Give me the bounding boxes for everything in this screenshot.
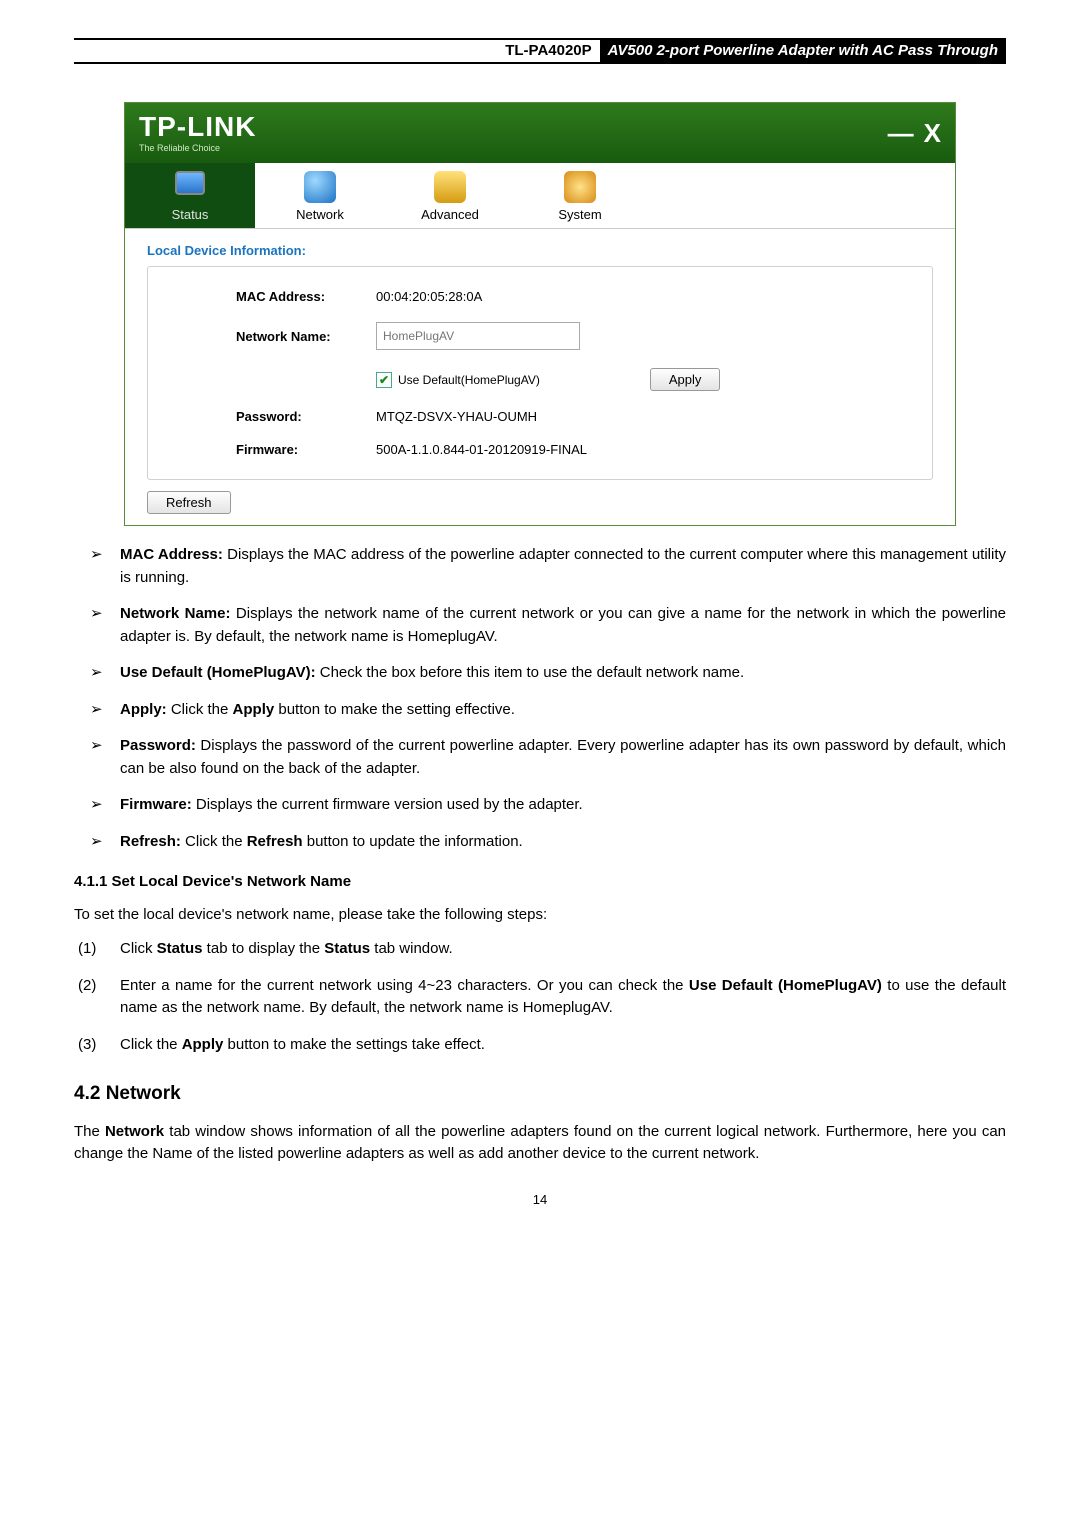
folder-icon	[434, 171, 466, 203]
list-item: Refresh: Click the Refresh button to upd…	[74, 831, 1006, 854]
list-item: Network Name: Displays the network name …	[74, 603, 1006, 648]
tab-label: Network	[296, 207, 344, 222]
tab-status[interactable]: Status	[125, 163, 255, 228]
document-title: AV500 2-port Powerline Adapter with AC P…	[600, 38, 1006, 63]
paragraph: The Network tab window shows information…	[74, 1121, 1006, 1166]
header: TL-PA4020P AV500 2-port Powerline Adapte…	[74, 38, 1006, 63]
list-item: (2)Enter a name for the current network …	[74, 975, 1006, 1020]
list-item: MAC Address: Displays the MAC address of…	[74, 544, 1006, 589]
firmware-value: 500A-1.1.0.844-01-20120919-FINAL	[376, 442, 587, 457]
feature-list: MAC Address: Displays the MAC address of…	[74, 544, 1006, 853]
tab-system[interactable]: System	[515, 163, 645, 228]
list-item: (1)Click Status tab to display the Statu…	[74, 938, 1006, 961]
tab-label: System	[558, 207, 601, 222]
use-default-checkbox[interactable]: ✔	[376, 372, 392, 388]
logo-text: TP-LINK	[139, 113, 256, 141]
logo-slogan: The Reliable Choice	[139, 143, 256, 153]
refresh-button[interactable]: Refresh	[147, 491, 231, 514]
list-item: Password: Displays the password of the c…	[74, 735, 1006, 780]
firmware-label: Firmware:	[166, 442, 376, 457]
network-name-label: Network Name:	[166, 329, 376, 344]
heading-4-2: 4.2 Network	[74, 1080, 1006, 1109]
tab-network[interactable]: Network	[255, 163, 385, 228]
minimize-icon[interactable]: —	[888, 118, 914, 149]
info-box: MAC Address: 00:04:20:05:28:0A Network N…	[147, 266, 933, 480]
mac-value: 00:04:20:05:28:0A	[376, 289, 482, 304]
use-default-label: Use Default(HomePlugAV)	[398, 373, 540, 387]
window-titlebar: TP-LINK The Reliable Choice — X	[125, 103, 955, 163]
password-label: Password:	[166, 409, 376, 424]
apply-button[interactable]: Apply	[650, 368, 721, 391]
page: TL-PA4020P AV500 2-port Powerline Adapte…	[0, 0, 1080, 1237]
list-item: Use Default (HomePlugAV): Check the box …	[74, 662, 1006, 685]
tab-label: Advanced	[421, 207, 479, 222]
heading-4-1-1: 4.1.1 Set Local Device's Network Name	[74, 871, 1006, 894]
monitor-icon	[174, 171, 206, 203]
gear-icon	[564, 171, 596, 203]
paragraph: To set the local device's network name, …	[74, 904, 1006, 927]
list-item: (3)Click the Apply button to make the se…	[74, 1034, 1006, 1057]
list-item: Apply: Click the Apply button to make th…	[74, 699, 1006, 722]
globe-icon	[304, 171, 336, 203]
utility-window: TP-LINK The Reliable Choice — X Status N…	[124, 102, 956, 526]
steps-list: (1)Click Status tab to display the Statu…	[74, 938, 1006, 1056]
status-panel: Local Device Information: MAC Address: 0…	[125, 229, 955, 494]
model-code: TL-PA4020P	[505, 38, 599, 63]
logo: TP-LINK The Reliable Choice	[139, 113, 256, 153]
password-value: MTQZ-DSVX-YHAU-OUMH	[376, 409, 537, 424]
body-text: MAC Address: Displays the MAC address of…	[74, 544, 1006, 1166]
section-title: Local Device Information:	[147, 243, 933, 258]
close-icon[interactable]: X	[924, 118, 941, 149]
mac-label: MAC Address:	[166, 289, 376, 304]
window-controls: — X	[888, 118, 941, 149]
tab-label: Status	[172, 207, 209, 222]
tab-advanced[interactable]: Advanced	[385, 163, 515, 228]
tab-bar: Status Network Advanced System	[125, 163, 955, 229]
network-name-input[interactable]	[376, 322, 580, 350]
list-item: Firmware: Displays the current firmware …	[74, 794, 1006, 817]
page-number: 14	[74, 1192, 1006, 1207]
